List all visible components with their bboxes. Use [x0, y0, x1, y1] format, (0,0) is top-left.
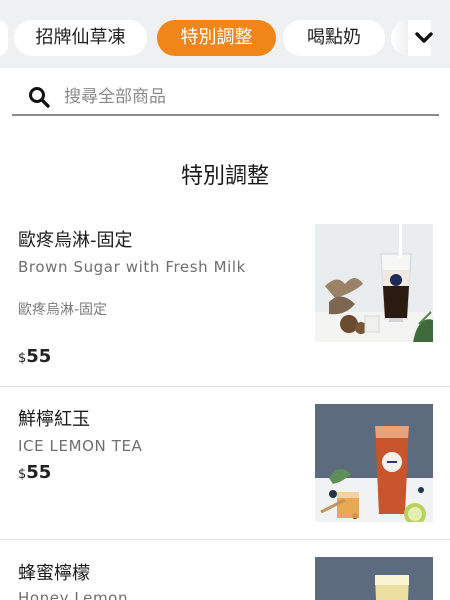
search-input[interactable] — [64, 82, 424, 112]
category-tab-partial[interactable] — [0, 20, 8, 56]
section-title: 特別調整 — [180, 164, 269, 189]
tab-category-1[interactable]: 招牌仙草凍 — [14, 20, 147, 56]
search-icon[interactable] — [28, 86, 50, 108]
product-photo — [315, 224, 433, 342]
product-name: 蜂蜜檸檬 — [18, 563, 90, 584]
product-item[interactable]: 歐疼烏淋-固定 Brown Sugar with Fresh Milk 歐疼烏淋… — [0, 212, 450, 387]
product-image-lemon-tea[interactable] — [315, 404, 433, 522]
product-name: 歐疼烏淋-固定 — [18, 230, 133, 251]
product-photo — [315, 404, 433, 522]
product-subtitle: ICE LEMON TEA — [18, 437, 143, 455]
category-bar: 招牌仙草凍 特別調整 喝點奶 — [0, 0, 450, 68]
product-subtitle: Brown Sugar with Fresh Milk — [18, 258, 246, 276]
product-price: $55 — [18, 346, 51, 367]
tab-category-2-active[interactable]: 特別調整 — [157, 20, 276, 56]
price-amount: 55 — [26, 346, 52, 367]
product-name: 鮮檸紅玉 — [18, 409, 90, 430]
product-image-honey-lemon[interactable] — [315, 557, 433, 600]
product-image-milk-tea[interactable] — [315, 224, 433, 342]
more-categories-button[interactable] — [408, 24, 440, 52]
product-description: 歐疼烏淋-固定 — [18, 302, 108, 318]
price-amount: 55 — [26, 462, 52, 483]
product-price: $55 — [18, 462, 51, 483]
search-bar[interactable] — [12, 78, 439, 116]
product-item[interactable]: 蜂蜜檸檬 Honey Lemon — [0, 541, 450, 600]
product-photo — [315, 557, 433, 600]
product-subtitle: Honey Lemon — [18, 589, 129, 600]
scroll-fade — [392, 20, 408, 56]
chevron-down-icon — [415, 32, 433, 43]
product-item[interactable]: 鮮檸紅玉 ICE LEMON TEA $55 — [0, 388, 450, 540]
tab-category-3[interactable]: 喝點奶 — [283, 20, 385, 56]
